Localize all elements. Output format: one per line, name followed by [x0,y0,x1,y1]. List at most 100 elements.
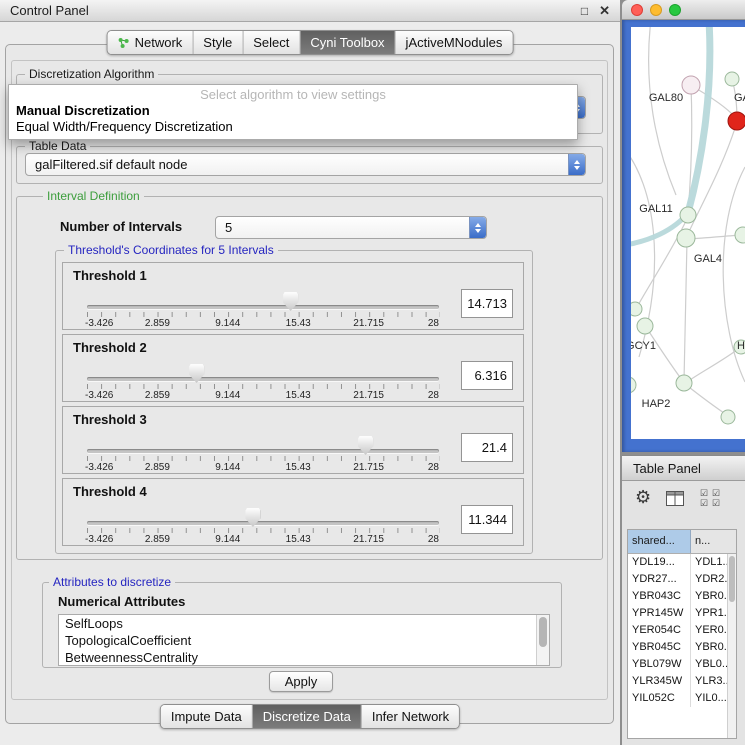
tab-jactivemnodules[interactable]: jActiveMNodules [396,31,513,54]
threshold-1-slider[interactable]: -3.426 2.859 9.144 15.43 21.715 28 [87,289,439,329]
table-row[interactable]: YBR045C YBR0... [628,639,736,656]
scale-label: 21.715 [353,534,384,545]
table-row[interactable]: YIL052C YIL0... [628,690,736,707]
network-tab-icon [118,37,130,49]
popup-option-manual-discretization[interactable]: Manual Discretization [9,103,577,119]
threshold-2-value-field[interactable] [461,361,513,390]
network-node[interactable] [631,377,636,393]
threshold-3-value-field[interactable] [461,433,513,462]
network-node[interactable] [725,72,739,86]
network-node[interactable] [680,207,696,223]
list-scrollbar[interactable] [536,615,549,665]
table-cell[interactable]: YDL19... [628,554,691,571]
network-canvas[interactable]: GAL80 GAL GAL11 GAL4 GCY1 HAP2 H [631,27,745,439]
table-header-row: shared... n... [628,530,736,554]
check-icon[interactable]: ☑ [700,488,712,498]
close-icon[interactable]: ✕ [599,5,610,17]
scale-label: 15.43 [286,462,311,473]
table-cell[interactable]: YDR27... [628,571,691,588]
scale-label: 21.715 [353,462,384,473]
column-header-name[interactable]: n... [691,530,736,553]
minimize-traffic-light[interactable] [650,4,662,16]
node-label: GAL [734,92,745,104]
scale-label: 15.43 [286,534,311,545]
list-item[interactable]: TopologicalCoefficient [59,632,549,649]
close-traffic-light[interactable] [631,4,643,16]
scale-label: 21.715 [353,390,384,401]
table-cell[interactable]: YBR045C [628,639,691,656]
tab-cyni-toolbox[interactable]: Cyni Toolbox [300,31,395,54]
network-node[interactable] [677,229,695,247]
check-icon[interactable]: ☑ [712,488,724,498]
table-panel-titlebar: Table Panel [622,456,745,481]
number-of-intervals-spinner[interactable]: 5 [215,216,487,239]
network-node[interactable] [676,375,692,391]
threshold-1-value-field[interactable] [461,289,513,318]
threshold-3-slider[interactable]: -3.426 2.859 9.144 15.43 21.715 28 [87,433,439,473]
check-icon[interactable]: ☑ [700,498,712,508]
threshold-4-value-field[interactable] [461,505,513,534]
list-item[interactable]: BetweennessCentrality [59,649,549,666]
gear-icon[interactable]: ⚙ [635,487,651,507]
table-cell[interactable]: YPR145W [628,605,691,622]
table-row[interactable]: YDL19... YDL1... [628,554,736,571]
tab-impute-data[interactable]: Impute Data [161,705,253,728]
columns-icon[interactable] [666,491,684,506]
slider-scale: -3.426 2.859 9.144 15.43 21.715 28 [87,534,439,546]
table-panel-window: Table Panel ⚙ ☑ ☑ ☑ ☑ shared... n... YDL… [622,455,745,745]
network-node[interactable] [682,76,700,94]
slider-ticks [87,384,440,389]
table-row[interactable]: YPR145W YPR1... [628,605,736,622]
apply-button[interactable]: Apply [269,671,333,692]
table-row[interactable]: YBR043C YBR0... [628,588,736,605]
network-node[interactable] [631,302,642,316]
table-data-dropdown[interactable]: galFiltered.sif default node [25,153,586,176]
table-cell[interactable]: YLR345W [628,673,691,690]
table-cell[interactable]: YIL052C [628,690,691,707]
column-check-icons[interactable]: ☑ ☑ ☑ ☑ [700,488,726,508]
popup-option-equal-width[interactable]: Equal Width/Frequency Discretization [9,119,577,135]
minimize-icon[interactable]: □ [581,5,588,17]
table-row[interactable]: YBL079W YBL0... [628,656,736,673]
tab-label: Impute Data [171,709,242,724]
popup-placeholder: Select algorithm to view settings [9,86,577,103]
scrollbar-thumb[interactable] [539,617,547,647]
zoom-traffic-light[interactable] [669,4,681,16]
slider-ticks [87,528,440,533]
network-node[interactable] [735,227,745,243]
table-scrollbar[interactable] [727,554,736,738]
slider-scale: -3.426 2.859 9.144 15.43 21.715 28 [87,390,439,402]
slider-track[interactable] [87,377,439,381]
tab-discretize-data[interactable]: Discretize Data [253,705,362,728]
scale-label: 15.43 [286,390,311,401]
tab-network[interactable]: Network [108,31,194,54]
network-node[interactable] [721,410,735,424]
slider-track[interactable] [87,449,439,453]
selected-network-node[interactable] [728,112,745,130]
threshold-2-slider[interactable]: -3.426 2.859 9.144 15.43 21.715 28 [87,361,439,401]
scrollbar-thumb[interactable] [729,556,735,602]
tab-infer-network[interactable]: Infer Network [362,705,459,728]
table-row[interactable]: YLR345W YLR3... [628,673,736,690]
list-item[interactable]: SelfLoops [59,615,549,632]
table-cell[interactable]: YBR043C [628,588,691,605]
numerical-attributes-label: Numerical Attributes [58,594,185,609]
tab-style[interactable]: Style [193,31,243,54]
column-header-shared[interactable]: shared... [628,530,691,553]
numerical-attributes-list[interactable]: SelfLoops TopologicalCoefficient Between… [58,614,550,666]
check-icon[interactable]: ☑ [712,498,724,508]
tab-select[interactable]: Select [243,31,300,54]
group-title: Interval Definition [43,189,144,203]
threshold-4-slider[interactable]: -3.426 2.859 9.144 15.43 21.715 28 [87,505,439,545]
scale-label: 2.859 [145,534,170,545]
network-node[interactable] [637,318,653,334]
network-edge [685,384,727,415]
table-cell[interactable]: YER054C [628,622,691,639]
tab-label: Cyni Toolbox [310,35,384,50]
table-cell[interactable]: YBL079W [628,656,691,673]
slider-track[interactable] [87,521,439,525]
slider-track[interactable] [87,305,439,309]
table-row[interactable]: YER054C YER0... [628,622,736,639]
scale-label: 2.859 [145,462,170,473]
table-row[interactable]: YDR27... YDR2... [628,571,736,588]
